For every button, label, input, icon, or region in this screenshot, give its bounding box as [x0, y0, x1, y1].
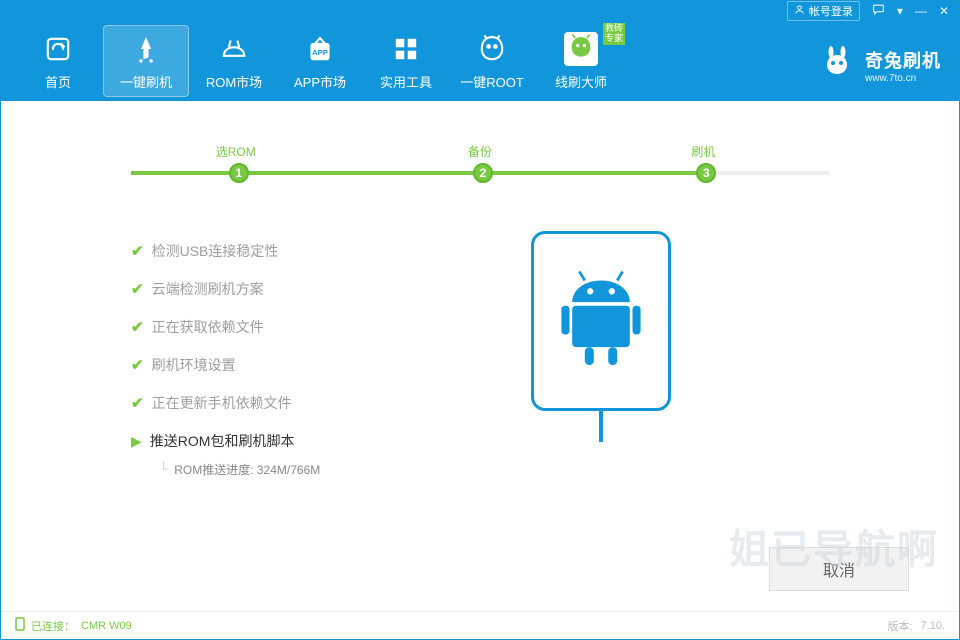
cancel-button[interactable]: 取消	[769, 547, 909, 591]
check-text: 正在获取依赖文件	[152, 317, 264, 337]
step-dot: 1	[229, 163, 249, 183]
nav-label: 一键ROOT	[460, 72, 524, 91]
check-item: ✔ 检测USB连接稳定性	[131, 241, 471, 261]
nav-label: ROM市场	[206, 72, 262, 91]
phone-status-icon	[15, 617, 25, 634]
progress-text: ROM推送进度: 324M/766M	[174, 461, 320, 478]
phone-frame	[531, 231, 671, 411]
progress-segment	[487, 171, 696, 175]
close-icon[interactable]: ✕	[939, 4, 949, 18]
nav-tools[interactable]: 实用工具	[363, 21, 449, 101]
nav-root[interactable]: 一键ROOT	[449, 21, 535, 101]
content-row: ✔检测USB连接稳定性 ✔云端检测刷机方案 ✔正在获取依赖文件 ✔刷机环境设置 …	[61, 241, 899, 478]
brand-name: 奇兔刷机	[865, 47, 941, 73]
check-item: ✔ 正在更新手机依赖文件	[131, 393, 471, 413]
nav-bar: 首页 一键刷机 ROM市场 APP APP市场 实用工具 一键ROOT 救砖 专…	[1, 21, 627, 101]
cancel-label: 取消	[823, 557, 855, 581]
nav-badge: 救砖 专家	[603, 23, 625, 45]
check-icon: ✔	[131, 242, 144, 260]
check-icon: ✔	[131, 280, 144, 298]
nav-label: 首页	[45, 72, 71, 91]
check-icon: ✔	[131, 394, 144, 412]
stepper: 选ROM 1 备份 2 刷机 3	[131, 151, 829, 191]
nav-flash[interactable]: 一键刷机	[103, 25, 189, 97]
svg-text:APP: APP	[312, 47, 328, 56]
nav-label: 线刷大师	[555, 72, 607, 91]
login-label: 帐号登录	[809, 3, 853, 19]
check-text: 推送ROM包和刷机脚本	[150, 431, 295, 451]
android-icon	[556, 271, 646, 371]
connected-prefix: 已连接：	[31, 618, 75, 634]
nav-label: 一键刷机	[120, 72, 172, 91]
progress-subline: └ ROM推送进度: 324M/766M	[159, 461, 471, 478]
dropdown-icon[interactable]: ▾	[897, 4, 903, 18]
tree-connector-icon: └	[159, 461, 168, 476]
nav-wireflash[interactable]: 救砖 专家 线刷大师	[535, 21, 627, 101]
progress-segment	[131, 171, 229, 175]
step-label: 刷机	[691, 143, 715, 160]
checklist: ✔检测USB连接稳定性 ✔云端检测刷机方案 ✔正在获取依赖文件 ✔刷机环境设置 …	[131, 241, 471, 478]
nav-label: APP市场	[294, 72, 346, 91]
brand: 奇兔刷机 www.7to.cn	[817, 45, 941, 85]
nav-app-market[interactable]: APP APP市场	[277, 21, 363, 101]
progress-segment	[243, 171, 473, 175]
status-left: 已连接： CMR W09	[15, 617, 132, 634]
check-item: ✔ 正在获取依赖文件	[131, 317, 471, 337]
feedback-icon[interactable]	[872, 3, 885, 19]
login-button[interactable]: 帐号登录	[787, 1, 860, 21]
check-item: ✔ 刷机环境设置	[131, 355, 471, 375]
version-prefix: 版本:	[887, 618, 912, 634]
nav-rom-market[interactable]: ROM市场	[191, 21, 277, 101]
phone-illustration	[531, 241, 671, 478]
check-text: 刷机环境设置	[152, 355, 236, 375]
brand-logo-icon	[817, 45, 857, 85]
titlebar: 帐号登录 ▾ — ✕	[1, 1, 959, 21]
step-label: 备份	[468, 143, 492, 160]
user-icon	[794, 4, 805, 18]
nav-label: 实用工具	[380, 72, 432, 91]
check-item-active: ▶ 推送ROM包和刷机脚本	[131, 431, 471, 451]
main-area: 选ROM 1 备份 2 刷机 3 ✔ 检测USB连接稳定性 ✔ 云端检测刷机方案 ✔…	[1, 101, 959, 611]
play-icon: ▶	[131, 433, 142, 450]
check-text: 检测USB连接稳定性	[152, 241, 279, 261]
step-dot: 3	[696, 163, 716, 183]
check-item: ✔ 云端检测刷机方案	[131, 279, 471, 299]
wireflash-icon	[564, 32, 598, 66]
status-right: 版本: 7.10.	[887, 618, 945, 634]
header: 首页 一键刷机 ROM市场 APP APP市场 实用工具 一键ROOT 救砖 专…	[1, 21, 959, 101]
statusbar: 已连接： CMR W09 版本: 7.10.	[1, 611, 959, 639]
step-dot: 2	[473, 163, 493, 183]
brand-url: www.7to.cn	[865, 73, 916, 84]
check-text: 正在更新手机依赖文件	[152, 393, 292, 413]
device-name: CMR W09	[81, 620, 132, 632]
check-text: 云端检测刷机方案	[152, 279, 264, 299]
nav-home[interactable]: 首页	[15, 21, 101, 101]
minimize-icon[interactable]: —	[915, 4, 927, 18]
step-label: 选ROM	[216, 143, 256, 160]
check-icon: ✔	[131, 356, 144, 374]
check-icon: ✔	[131, 318, 144, 336]
version-value: 7.10.	[921, 620, 945, 632]
